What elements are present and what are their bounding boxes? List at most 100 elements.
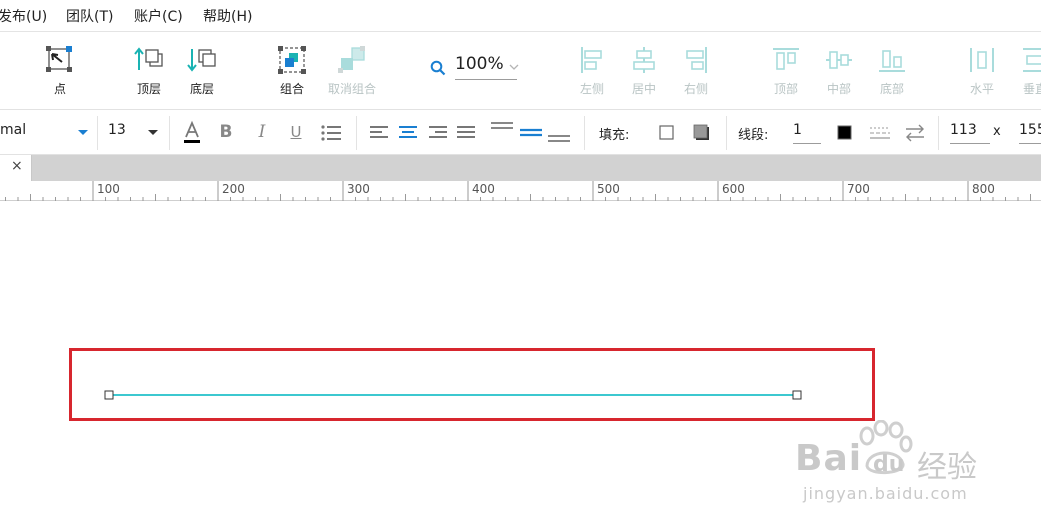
divider	[169, 116, 170, 150]
ungroup-button[interactable]: 取消组合	[324, 42, 380, 104]
line-color-button[interactable]	[832, 120, 858, 146]
chevron-down-icon[interactable]	[509, 64, 519, 71]
line-color-swatch-icon	[837, 125, 852, 140]
ruler-ticks	[5, 181, 1031, 201]
zoom-control[interactable]: 100%	[430, 52, 520, 82]
close-icon[interactable]: ×	[11, 158, 23, 174]
distribute-vertical-label: 垂直	[1022, 82, 1041, 96]
font-color-button[interactable]	[179, 120, 205, 146]
valign-middle-button[interactable]	[518, 120, 544, 146]
font-color-icon	[184, 120, 200, 143]
bring-to-front-button[interactable]: 顶层	[121, 42, 177, 104]
align-center-button[interactable]: 居中	[616, 42, 672, 104]
menu-team[interactable]: 团队(T)	[66, 6, 113, 26]
align-middle-button[interactable]: 中部	[811, 42, 867, 104]
align-bottom-button[interactable]: 底部	[864, 42, 920, 104]
send-to-back-label: 底层	[189, 82, 214, 96]
ruler-label: 600	[722, 182, 745, 196]
align-bottom-label: 底部	[879, 82, 904, 96]
underline-button[interactable]: U	[283, 120, 309, 146]
swap-arrows-icon	[906, 124, 924, 142]
valign-top-icon	[491, 122, 513, 129]
ruler-label: 200	[222, 182, 245, 196]
ruler-label: 700	[847, 182, 870, 196]
text-align-left-button[interactable]	[367, 120, 393, 146]
ruler-label: 400	[472, 182, 495, 196]
bold-icon: B	[219, 122, 233, 142]
baidu-watermark: Bai du 经验 jingyan.baidu.com	[795, 420, 1035, 515]
font-size-select[interactable]: 13	[108, 122, 126, 138]
shadow-icon	[693, 124, 709, 140]
fill-color-button[interactable]	[654, 120, 680, 146]
distribute-vertical-icon	[1023, 48, 1041, 72]
align-top-button[interactable]: 顶部	[758, 42, 814, 104]
point-tool-button[interactable]: 点	[32, 42, 88, 104]
line-start-handle[interactable]	[104, 390, 114, 400]
coordinate-separator: x	[993, 124, 1001, 139]
valign-middle-icon	[520, 128, 542, 137]
zoom-value[interactable]: 100%	[455, 54, 517, 80]
align-right-label: 右侧	[683, 82, 708, 96]
italic-button[interactable]: I	[249, 120, 275, 146]
menu-account[interactable]: 账户(C)	[134, 6, 183, 26]
align-center-label: 居中	[631, 82, 656, 96]
line-label: 线段:	[738, 128, 769, 143]
text-align-left-icon	[370, 126, 388, 138]
align-right-icon	[686, 47, 707, 73]
document-tab[interactable]: ×	[0, 155, 32, 181]
align-top-label: 顶部	[773, 82, 798, 96]
search-icon	[430, 60, 446, 76]
send-to-back-button[interactable]: 底层	[174, 42, 230, 104]
send-to-back-icon	[187, 49, 216, 72]
x-position-input[interactable]: 113	[950, 122, 990, 144]
y-position-input[interactable]: 155	[1019, 122, 1041, 144]
bring-to-front-icon	[134, 47, 163, 70]
text-align-justify-button[interactable]	[454, 120, 480, 146]
menu-help[interactable]: 帮助(H)	[203, 6, 252, 26]
bullet-list-button[interactable]	[318, 120, 344, 146]
arrow-style-button[interactable]	[902, 120, 928, 146]
distribute-horizontal-icon	[970, 48, 994, 72]
distribute-horizontal-button[interactable]: 水平	[954, 42, 1010, 104]
divider	[726, 116, 727, 150]
align-right-button[interactable]: 右侧	[668, 42, 724, 104]
point-edit-icon	[46, 46, 72, 72]
menu-bar: 发布(U) 团队(T) 账户(C) 帮助(H)	[0, 0, 1041, 32]
font-family-dropdown-icon[interactable]	[78, 130, 88, 135]
distribute-vertical-button[interactable]: 垂直	[1007, 42, 1041, 104]
main-toolbar: 点 顶层 底层 组合 取消组合 100% 左侧 居中 右侧 顶部 中部 底部 水…	[0, 32, 1041, 110]
group-button[interactable]: 组合	[264, 42, 320, 104]
format-toolbar: mal 13 B I U 填充: 线段: 1 113 x 15	[0, 110, 1041, 155]
watermark-brand-cn: 经验	[917, 450, 977, 485]
line-style-button[interactable]	[867, 120, 893, 146]
valign-top-button[interactable]	[489, 120, 515, 146]
bold-button[interactable]: B	[213, 120, 239, 146]
valign-bottom-icon	[548, 135, 570, 142]
fill-label: 填充:	[599, 128, 630, 143]
align-middle-label: 中部	[826, 82, 851, 96]
text-align-right-icon	[429, 126, 447, 138]
line-end-handle[interactable]	[792, 390, 802, 400]
ungroup-icon	[338, 46, 365, 73]
text-align-center-icon	[399, 126, 417, 138]
menu-publish[interactable]: 发布(U)	[0, 6, 47, 26]
align-center-icon	[633, 47, 655, 73]
text-align-right-button[interactable]	[426, 120, 452, 146]
shadow-button[interactable]	[689, 120, 715, 146]
ruler-label: 500	[597, 182, 620, 196]
point-tool-label: 点	[53, 82, 66, 96]
horizontal-ruler: 100 200 300 400 500 600 700 800	[0, 181, 1041, 201]
align-left-label: 左侧	[579, 82, 604, 96]
align-top-icon	[773, 48, 799, 70]
ruler-label: 100	[97, 182, 120, 196]
font-size-dropdown-icon[interactable]	[148, 130, 158, 135]
text-align-center-button[interactable]	[396, 120, 422, 146]
line-width-input[interactable]: 1	[793, 122, 821, 144]
valign-bottom-button[interactable]	[546, 120, 572, 146]
bring-to-front-label: 顶层	[136, 82, 161, 96]
fill-color-swatch-icon	[659, 125, 674, 140]
watermark-url: jingyan.baidu.com	[803, 484, 968, 503]
font-family-select[interactable]: mal	[0, 122, 26, 138]
align-left-button[interactable]: 左侧	[564, 42, 620, 104]
ungroup-label: 取消组合	[327, 82, 376, 96]
